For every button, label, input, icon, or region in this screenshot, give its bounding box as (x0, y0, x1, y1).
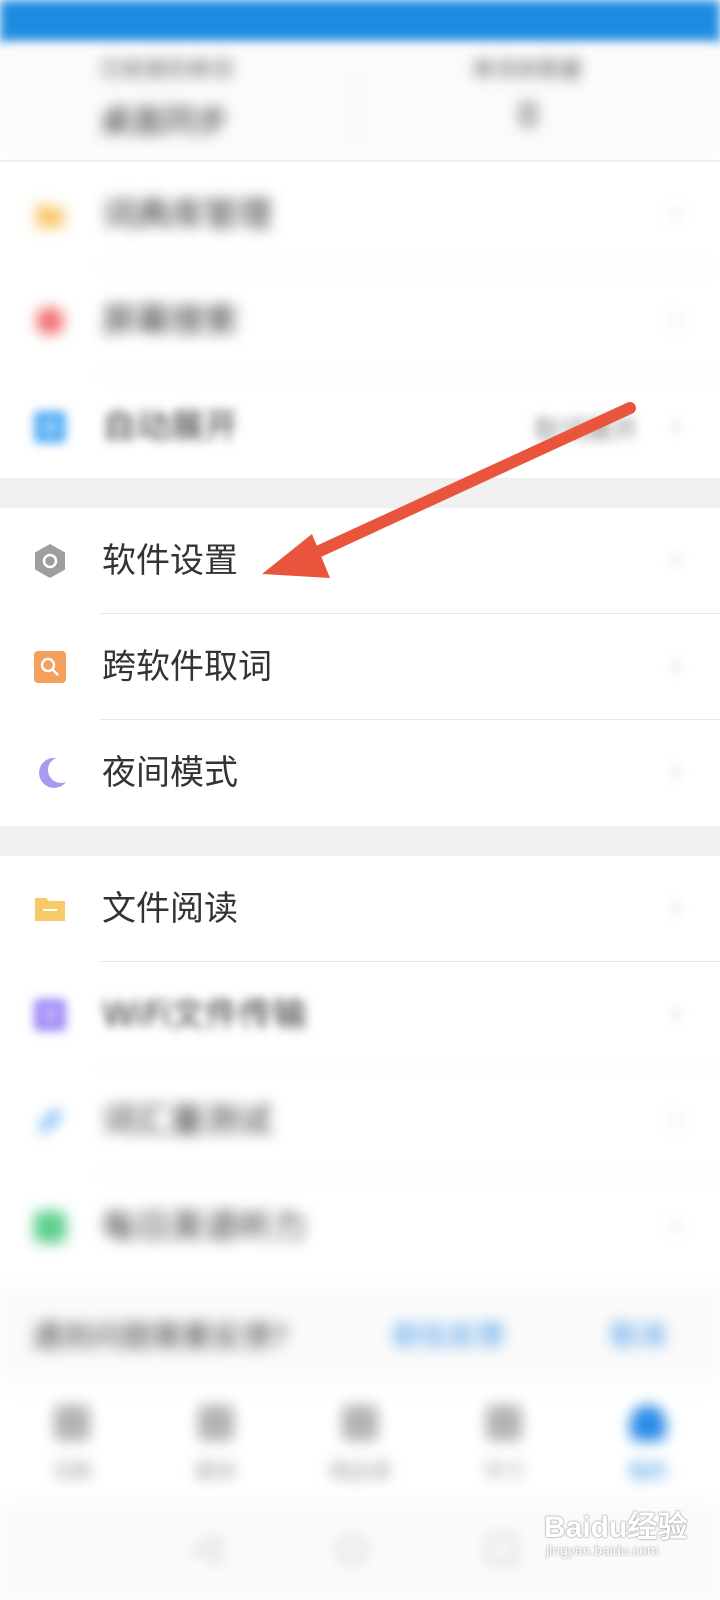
row-cross-app-lookup[interactable]: 跨软件取词 › (0, 614, 720, 720)
row-wifi-transfer[interactable]: WiFi文件传输 › (0, 962, 720, 1068)
back-icon[interactable]: ◁ (186, 1528, 226, 1568)
tab-label: 学习 (484, 1459, 524, 1483)
row-label: 软件设置 (102, 541, 238, 581)
stat-words[interactable]: 已收录的单词 桌面同步 (0, 44, 360, 160)
bottom-tab-bar: 词典 翻译 精品课 学习 我的 (0, 1388, 720, 1499)
chevron-right-icon: › (670, 996, 682, 1031)
row-auto-expand[interactable]: 自动展开 取词展开 › (0, 374, 720, 480)
plus-square-icon (32, 409, 68, 445)
watermark-brand: Baidu经验 (544, 1511, 688, 1544)
row-label: WiFi文件传输 (102, 995, 307, 1035)
stat-wordbook[interactable]: 单词本数量 0 (360, 44, 720, 160)
stat-words-value: 桌面同步 (100, 102, 229, 140)
wifi-icon (32, 997, 68, 1033)
stat-words-label: 已收录的单词 (100, 58, 233, 83)
settings-group-1: 词典库管理 › 屏幕搜索 › 自动展开 取词展开 › (0, 162, 720, 478)
chevron-right-icon: › (670, 196, 682, 231)
feedback-tip: 遇到问题需要反馈? 前往反馈 取消 (0, 1288, 720, 1380)
row-label: 屏幕搜索 (102, 301, 238, 341)
section-gap (0, 826, 720, 856)
recents-icon[interactable]: □ (482, 1528, 522, 1568)
row-dict-manage[interactable]: 词典库管理 › (0, 162, 720, 268)
settings-group-3: 文件阅读 › WiFi文件传输 › 词汇量测试 › 每日英语听力 › (0, 856, 720, 1280)
headphone-icon (32, 1209, 68, 1245)
row-label: 每日英语听力 (102, 1207, 306, 1247)
moon-icon (32, 755, 68, 791)
row-label: 词典库管理 (102, 195, 272, 235)
translate-icon (198, 1405, 234, 1441)
stat-wordbook-label: 单词本数量 (472, 58, 583, 83)
row-daily-listening[interactable]: 每日英语听力 › (0, 1174, 720, 1280)
row-vocab-test[interactable]: 词汇量测试 › (0, 1068, 720, 1174)
row-value: 取词展开 (533, 416, 638, 446)
chevron-right-icon: › (670, 754, 682, 789)
stat-divider (355, 72, 356, 144)
row-label: 词汇量测试 (102, 1101, 272, 1141)
search-circle-icon (32, 303, 68, 339)
row-label: 夜间模式 (102, 753, 238, 793)
row-label: 文件阅读 (102, 889, 238, 929)
feedback-tip-text: 遇到问题需要反馈? (32, 1320, 288, 1355)
stats-header: 已收录的单词 桌面同步 单词本数量 0 (0, 44, 720, 160)
dismiss-button[interactable]: 取消 (610, 1314, 666, 1354)
folder-icon (32, 197, 68, 233)
home-icon (54, 1405, 90, 1441)
row-file-reading[interactable]: 文件阅读 › (0, 856, 720, 962)
row-label: 自动展开 (102, 407, 238, 447)
settings-group-2: 软件设置 › 跨软件取词 › 夜间模式 › (0, 508, 720, 826)
row-screen-search[interactable]: 屏幕搜索 › (0, 268, 720, 374)
row-night-mode[interactable]: 夜间模式 › (0, 720, 720, 826)
section-gap (0, 478, 720, 508)
chevron-right-icon: › (670, 542, 682, 577)
tab-study[interactable]: 学习 (432, 1399, 576, 1495)
folder-icon (32, 891, 68, 927)
status-bar (0, 0, 720, 44)
baidu-watermark: Baidu经验 jingyan.baidu.com (540, 1496, 710, 1576)
home-button-icon[interactable]: ○ (332, 1528, 372, 1568)
chevron-right-icon: › (670, 408, 682, 443)
tab-me[interactable]: 我的 (576, 1399, 720, 1495)
tab-label: 我的 (628, 1459, 668, 1483)
chevron-right-icon: › (670, 648, 682, 683)
row-software-settings[interactable]: 软件设置 › (0, 508, 720, 614)
tab-translate[interactable]: 翻译 (144, 1399, 288, 1495)
study-icon (486, 1405, 522, 1441)
tab-label: 词典 (52, 1459, 92, 1483)
watermark-url: jingyan.baidu.com (546, 1542, 659, 1558)
course-icon (342, 1405, 378, 1441)
feedback-button[interactable]: 前往反馈 (392, 1314, 504, 1354)
chevron-right-icon: › (670, 302, 682, 337)
chevron-right-icon: › (670, 1102, 682, 1137)
stat-wordbook-value: 0 (518, 96, 539, 134)
pencil-icon (32, 1103, 68, 1139)
hexagon-settings-icon (32, 543, 68, 579)
tab-label: 翻译 (196, 1459, 236, 1483)
tab-courses[interactable]: 精品课 (288, 1399, 432, 1495)
tab-label: 精品课 (330, 1459, 390, 1483)
chevron-right-icon: › (670, 1208, 682, 1243)
row-label: 跨软件取词 (102, 647, 272, 687)
chevron-right-icon: › (670, 890, 682, 925)
search-square-icon (32, 649, 68, 685)
tab-dictionary[interactable]: 词典 (0, 1399, 144, 1495)
user-icon (630, 1405, 666, 1441)
